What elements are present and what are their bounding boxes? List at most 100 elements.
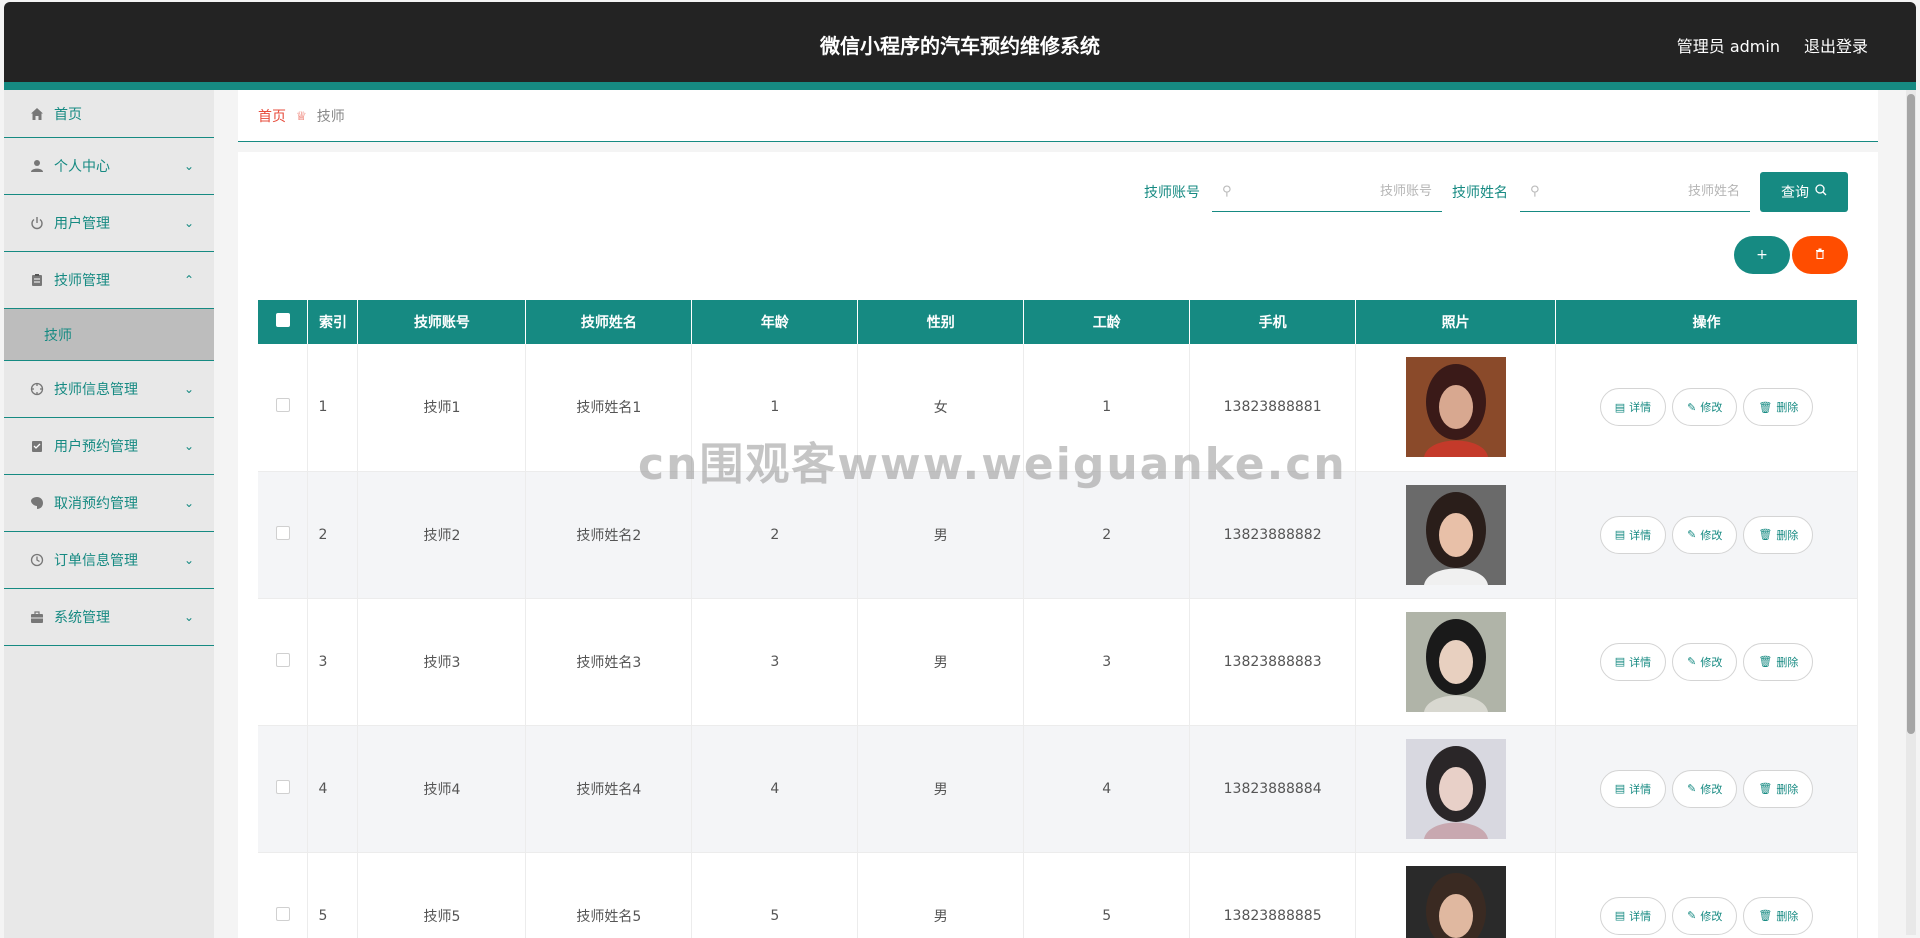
search-icon	[1815, 184, 1827, 200]
delete-button[interactable]: 🗑 删除	[1743, 515, 1814, 554]
gender-cell: 女	[857, 344, 1025, 472]
phone-cell: 13823888882	[1189, 471, 1357, 599]
index-cell: 3	[307, 598, 359, 726]
tag-icon	[28, 494, 46, 512]
row-checkbox[interactable]	[275, 779, 290, 794]
name-search-input[interactable]	[1539, 184, 1740, 199]
gender-cell: 男	[857, 471, 1025, 599]
column-header[interactable]: 工龄	[1023, 300, 1191, 344]
select-all-checkbox[interactable]	[275, 313, 290, 327]
row-select-cell	[258, 471, 309, 599]
top-bar: 微信小程序的汽车预约维修系统 管理员 admin 退出登录	[4, 2, 1916, 90]
detail-button[interactable]: ▤ 详情	[1599, 769, 1667, 808]
table-row[interactable]: 1 技师1 技师姓名1 1 女 1 13823888881 ▤ 详情 ✎ 修改 🗑 删除	[258, 344, 1858, 472]
detail-button[interactable]: ▤ 详情	[1599, 515, 1667, 554]
table-row[interactable]: 3 技师3 技师姓名3 3 男 3 13823888883 ▤ 详情 ✎ 修改 🗑 删除	[258, 598, 1858, 726]
search-icon: ⚲	[1530, 184, 1540, 199]
search-icon: ⚲	[1222, 184, 1232, 199]
table-row[interactable]: 5 技师5 技师姓名5 5 男 5 13823888885 ▤ 详情 ✎ 修改 🗑 删除	[258, 852, 1858, 938]
column-header[interactable]: 操作	[1555, 300, 1858, 344]
table-row[interactable]: 2 技师2 技师姓名2 2 男 2 13823888882 ▤ 详情 ✎ 修改 🗑 删除	[258, 471, 1858, 599]
edit-button[interactable]: ✎ 修改	[1672, 388, 1738, 427]
column-header[interactable]: 年龄	[691, 300, 859, 344]
table-header-row: 索引 技师账号 技师姓名 年龄 性别 工龄 手机 照片 操作	[258, 300, 1858, 344]
user-label[interactable]: 管理员 admin	[1677, 33, 1780, 57]
document-icon: ▤	[1614, 909, 1626, 922]
row-checkbox[interactable]	[275, 906, 290, 921]
breadcrumb-home[interactable]: 首页	[258, 106, 286, 126]
delete-button[interactable]: 🗑 删除	[1743, 388, 1814, 427]
query-button[interactable]: 查询	[1760, 172, 1848, 212]
table-row[interactable]: 4 技师4 技师姓名4 4 男 4 13823888884 ▤ 详情 ✎ 修改 🗑 删除	[258, 725, 1858, 853]
pencil-icon: ✎	[1687, 528, 1697, 541]
sidebar-item-label: 个人中心	[54, 159, 110, 175]
sidebar-item-user-booking[interactable]: 用户预约管理 ⌄	[4, 418, 214, 475]
trash-icon	[1815, 247, 1825, 263]
gender-cell: 男	[857, 725, 1025, 853]
column-header[interactable]: 手机	[1189, 300, 1357, 344]
row-checkbox[interactable]	[275, 525, 290, 540]
column-header[interactable]: 技师账号	[357, 300, 527, 344]
sidebar-item-users[interactable]: 用户管理 ⌄	[4, 195, 214, 252]
sidebar-item-label: 取消预约管理	[54, 496, 138, 512]
edit-button-label: 修改	[1700, 782, 1723, 796]
sidebar-item-label: 订单信息管理	[54, 553, 138, 569]
edit-button[interactable]: ✎ 修改	[1672, 642, 1738, 681]
add-button[interactable]: +	[1734, 236, 1790, 274]
power-icon	[28, 214, 46, 232]
gender-cell: 男	[857, 598, 1025, 726]
detail-button[interactable]: ▤ 详情	[1599, 388, 1667, 427]
chevron-up-icon: ⌃	[183, 273, 194, 287]
technician-photo	[1405, 738, 1506, 839]
column-header[interactable]: 索引	[307, 300, 359, 344]
logout-button[interactable]: 退出登录	[1804, 33, 1868, 57]
chevron-down-icon: ⌄	[183, 553, 194, 567]
sidebar-item-cancel-booking[interactable]: 取消预约管理 ⌄	[4, 475, 214, 532]
column-header[interactable]: 技师姓名	[525, 300, 693, 344]
account-search-input[interactable]	[1231, 184, 1432, 199]
batch-delete-button[interactable]	[1792, 236, 1848, 274]
age-cell: 5	[691, 852, 859, 938]
delete-button[interactable]: 🗑 删除	[1743, 769, 1814, 808]
detail-button[interactable]: ▤ 详情	[1599, 896, 1667, 935]
trash-icon: 🗑	[1758, 655, 1773, 668]
column-header[interactable]: 性别	[857, 300, 1025, 344]
name-cell: 技师姓名4	[525, 725, 693, 853]
column-header[interactable]: 照片	[1355, 300, 1557, 344]
page-scrollbar[interactable]	[1906, 90, 1916, 935]
sidebar-item-technicians[interactable]: 技师管理 ⌃	[4, 252, 214, 309]
sidebar-item-orders[interactable]: 订单信息管理 ⌄	[4, 532, 214, 589]
name-cell: 技师姓名3	[525, 598, 693, 726]
sidebar-subitem-technician[interactable]: 技师	[4, 309, 214, 361]
years-cell: 4	[1023, 725, 1191, 853]
name-search-label: 技师姓名	[1452, 185, 1508, 201]
sidebar-item-home[interactable]: 首页	[4, 90, 214, 138]
scrollbar-thumb[interactable]	[1907, 94, 1915, 734]
sidebar-item-label: 技师信息管理	[54, 382, 138, 398]
index-cell: 5	[307, 852, 359, 938]
toolbar: +	[1734, 236, 1848, 274]
age-cell: 1	[691, 344, 859, 472]
account-search-label: 技师账号	[1144, 185, 1200, 201]
delete-button[interactable]: 🗑 删除	[1743, 642, 1814, 681]
row-checkbox[interactable]	[275, 398, 290, 413]
sidebar-item-system[interactable]: 系统管理 ⌄	[4, 589, 214, 646]
photo-cell	[1355, 725, 1557, 853]
technician-photo	[1405, 865, 1506, 938]
main-content: 首页 ♕ 技师 技师账号 ⚲ 技师姓名 ⚲ 查询 +	[214, 90, 1904, 938]
edit-button-label: 修改	[1700, 528, 1723, 542]
trash-icon: 🗑	[1758, 782, 1773, 795]
index-cell: 4	[307, 725, 359, 853]
sidebar-item-technician-info[interactable]: 技师信息管理 ⌄	[4, 361, 214, 418]
trash-icon: 🗑	[1758, 909, 1773, 922]
sidebar-item-personal[interactable]: 个人中心 ⌄	[4, 138, 214, 195]
edit-button[interactable]: ✎ 修改	[1672, 896, 1738, 935]
document-icon: ▤	[1614, 400, 1626, 414]
delete-button[interactable]: 🗑 删除	[1743, 896, 1814, 935]
edit-button[interactable]: ✎ 修改	[1672, 515, 1738, 554]
row-checkbox[interactable]	[275, 652, 290, 667]
technician-table: 索引 技师账号 技师姓名 年龄 性别 工龄 手机 照片 操作 1 技师1 技师姓名1…	[258, 300, 1858, 938]
edit-button[interactable]: ✎ 修改	[1672, 769, 1738, 808]
detail-button[interactable]: ▤ 详情	[1599, 642, 1667, 681]
trash-icon: 🗑	[1758, 528, 1773, 541]
